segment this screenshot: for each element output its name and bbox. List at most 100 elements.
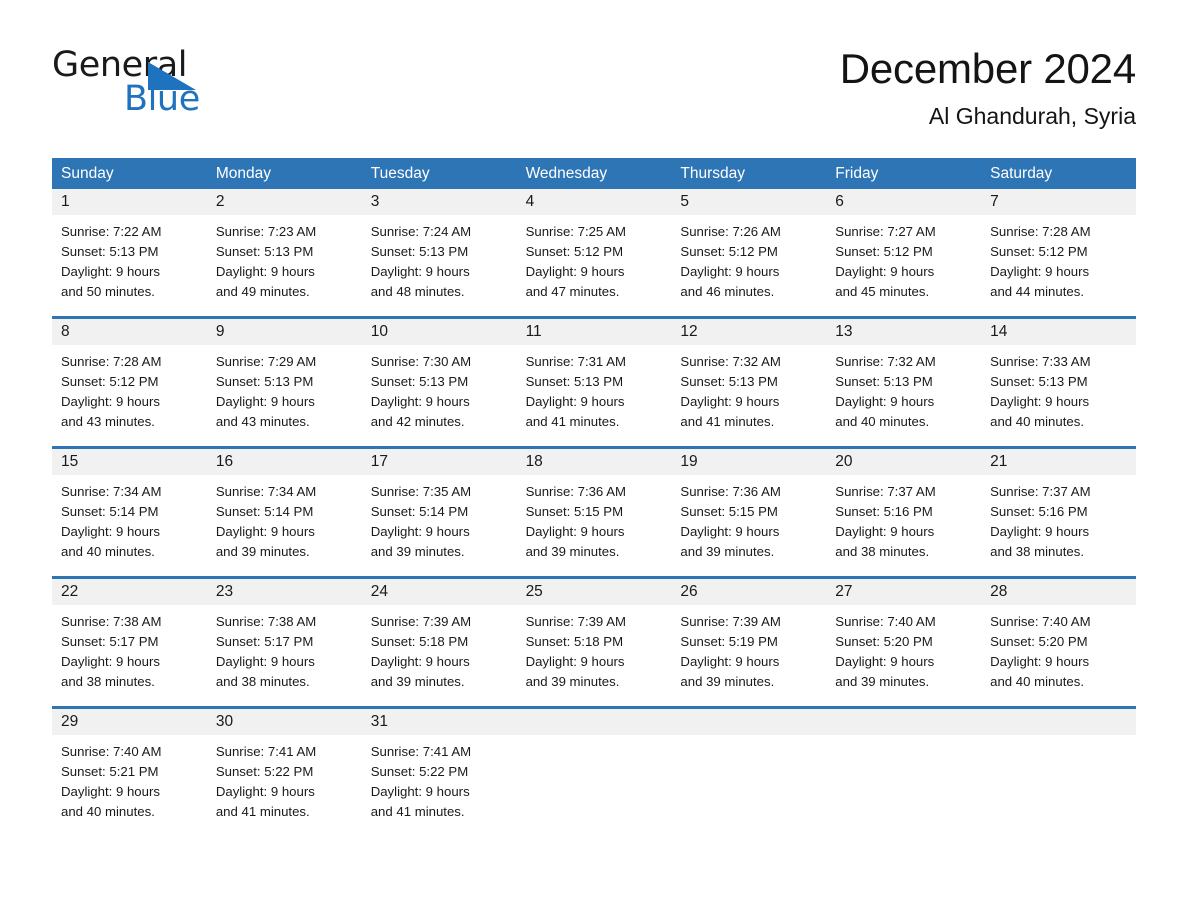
sunset-time: Sunset: 5:22 PM: [215, 764, 314, 779]
calendar-day-cell[interactable]: 23 Sunrise: 7:38 AM Sunset: 5:17 PM Dayligh…: [206, 579, 362, 698]
sunrise-time: Sunrise: 7:41 AM: [215, 744, 317, 759]
calendar-day-cell[interactable]: 1 Sunrise: 7:22 AM Sunset: 5:13 PM Daylight…: [52, 189, 207, 308]
day-number-band: 17: [361, 449, 517, 475]
daylight-duration-line1: Daylight: 9 hours: [215, 524, 315, 539]
calendar-day-cell[interactable]: 2 Sunrise: 7:23 AM Sunset: 5:13 PM Daylight…: [206, 189, 362, 308]
calendar-day-cell[interactable]: 26 Sunrise: 7:39 AM Sunset: 5:19 PM Dayligh…: [671, 579, 827, 698]
sunrise-time: Sunrise: 7:37 AM: [990, 484, 1091, 499]
calendar-day-cell[interactable]: 20 Sunrise: 7:37 AM Sunset: 5:16 PM Dayligh…: [826, 449, 982, 568]
day-number: 21: [990, 453, 1008, 470]
calendar-day-cell[interactable]: 15 Sunrise: 7:34 AM Sunset: 5:14 PM Dayligh…: [52, 449, 207, 568]
daylight-duration-line2: and 38 minutes.: [990, 544, 1084, 559]
calendar-day-cell[interactable]: 4 Sunrise: 7:25 AM Sunset: 5:12 PM Daylight…: [516, 189, 672, 308]
day-number-band: 21: [981, 449, 1136, 475]
week-grid: 8 Sunrise: 7:28 AM Sunset: 5:12 PM Daylight…: [52, 319, 1136, 438]
calendar-day-cell[interactable]: 13 Sunrise: 7:32 AM Sunset: 5:13 PM Dayligh…: [826, 319, 982, 438]
calendar-day-cell[interactable]: 11 Sunrise: 7:31 AM Sunset: 5:13 PM Dayligh…: [516, 319, 672, 438]
daylight-duration-line2: and 43 minutes.: [215, 414, 310, 429]
day-number-band: 22: [52, 579, 207, 605]
calendar-day-cell[interactable]: 7 Sunrise: 7:28 AM Sunset: 5:12 PM Daylight…: [981, 189, 1136, 308]
daylight-duration-line1: Daylight: 9 hours: [835, 394, 935, 409]
sunrise-time: Sunrise: 7:28 AM: [990, 224, 1091, 239]
sunrise-time: Sunrise: 7:38 AM: [61, 614, 162, 629]
calendar-day-cell[interactable]: 9 Sunrise: 7:29 AM Sunset: 5:13 PM Daylight…: [206, 319, 362, 438]
daylight-duration-line2: and 39 minutes.: [525, 544, 620, 559]
calendar-day-cell[interactable]: 3 Sunrise: 7:24 AM Sunset: 5:13 PM Daylight…: [361, 189, 517, 308]
sunrise-time: Sunrise: 7:32 AM: [835, 354, 936, 369]
day-sun-info: Sunrise: 7:31 AM Sunset: 5:13 PM Daylight:…: [517, 345, 672, 432]
daylight-duration-line1: Daylight: 9 hours: [61, 394, 160, 409]
daylight-duration-line1: Daylight: 9 hours: [370, 394, 470, 409]
sunset-time: Sunset: 5:13 PM: [525, 374, 624, 389]
day-number: 24: [370, 583, 388, 600]
calendar-day-cell[interactable]: 12 Sunrise: 7:32 AM Sunset: 5:13 PM Dayligh…: [671, 319, 827, 438]
calendar-day-cell[interactable]: 27 Sunrise: 7:40 AM Sunset: 5:20 PM Dayligh…: [826, 579, 982, 698]
day-number-band: 14: [981, 319, 1136, 345]
day-sun-info: Sunrise: 7:41 AM Sunset: 5:22 PM Daylight:…: [207, 735, 362, 822]
weekday-header-tuesday: Tuesday: [370, 165, 430, 182]
calendar-day-cell[interactable]: 30 Sunrise: 7:41 AM Sunset: 5:22 PM Dayligh…: [206, 709, 362, 828]
sunrise-time: Sunrise: 7:28 AM: [61, 354, 162, 369]
daylight-duration-line1: Daylight: 9 hours: [680, 264, 780, 279]
calendar-day-cell[interactable]: 5 Sunrise: 7:26 AM Sunset: 5:12 PM Daylight…: [671, 189, 827, 308]
calendar-day-cell[interactable]: 28 Sunrise: 7:40 AM Sunset: 5:20 PM Dayligh…: [981, 579, 1136, 698]
calendar-day-cell[interactable]: 17 Sunrise: 7:35 AM Sunset: 5:14 PM Dayligh…: [361, 449, 517, 568]
calendar-week-row: 1 Sunrise: 7:22 AM Sunset: 5:13 PM Daylight…: [52, 189, 1136, 308]
day-number: 20: [835, 453, 853, 470]
weekday-header-monday: Monday: [215, 165, 271, 182]
day-number: 16: [215, 453, 234, 470]
calendar-day-cell[interactable]: 25 Sunrise: 7:39 AM Sunset: 5:18 PM Dayligh…: [516, 579, 672, 698]
day-number-band: 7: [981, 189, 1136, 215]
day-number-band: [981, 709, 1136, 735]
sunset-time: Sunset: 5:12 PM: [525, 244, 624, 259]
calendar-day-cell[interactable]: 22 Sunrise: 7:38 AM Sunset: 5:17 PM Dayligh…: [52, 579, 207, 698]
daylight-duration-line2: and 39 minutes.: [835, 674, 930, 689]
calendar-day-cell-empty: [671, 709, 827, 828]
sunset-time: Sunset: 5:13 PM: [370, 244, 469, 259]
day-number-band: 27: [826, 579, 982, 605]
day-sun-info: Sunrise: 7:40 AM Sunset: 5:21 PM Daylight:…: [52, 735, 207, 822]
day-number: 12: [680, 323, 698, 340]
calendar-day-cell[interactable]: 31 Sunrise: 7:41 AM Sunset: 5:22 PM Dayligh…: [361, 709, 517, 828]
general-blue-logo[interactable]: General Blue: [52, 48, 322, 122]
calendar-day-cell[interactable]: 19 Sunrise: 7:36 AM Sunset: 5:15 PM Dayligh…: [671, 449, 827, 568]
daylight-duration-line2: and 38 minutes.: [835, 544, 930, 559]
daylight-duration-line1: Daylight: 9 hours: [525, 654, 625, 669]
sunset-time: Sunset: 5:15 PM: [525, 504, 624, 519]
sunset-time: Sunset: 5:14 PM: [215, 504, 314, 519]
day-number: 27: [835, 583, 853, 600]
sunset-time: Sunset: 5:16 PM: [835, 504, 933, 519]
sunset-time: Sunset: 5:18 PM: [525, 634, 624, 649]
day-number: 18: [525, 453, 543, 470]
sunset-time: Sunset: 5:15 PM: [680, 504, 778, 519]
day-sun-info: Sunrise: 7:34 AM Sunset: 5:14 PM Daylight:…: [52, 475, 207, 562]
sunrise-time: Sunrise: 7:39 AM: [525, 614, 626, 629]
daylight-duration-line1: Daylight: 9 hours: [61, 784, 160, 799]
sunset-time: Sunset: 5:13 PM: [990, 374, 1088, 389]
day-number: 29: [61, 713, 79, 730]
calendar-day-cell[interactable]: 8 Sunrise: 7:28 AM Sunset: 5:12 PM Daylight…: [52, 319, 207, 438]
day-sun-info: Sunrise: 7:25 AM Sunset: 5:12 PM Daylight:…: [517, 215, 672, 302]
daylight-duration-line2: and 39 minutes.: [370, 544, 465, 559]
day-number-band: 5: [671, 189, 827, 215]
calendar-day-cell[interactable]: 16 Sunrise: 7:34 AM Sunset: 5:14 PM Dayligh…: [206, 449, 362, 568]
day-number: 30: [215, 713, 234, 730]
calendar-day-cell-empty: [981, 709, 1136, 828]
calendar-day-cell[interactable]: 14 Sunrise: 7:33 AM Sunset: 5:13 PM Dayligh…: [981, 319, 1136, 438]
week-grid: 29 Sunrise: 7:40 AM Sunset: 5:21 PM Dayligh…: [52, 709, 1136, 828]
calendar-week-row: 15 Sunrise: 7:34 AM Sunset: 5:14 PM Dayligh…: [52, 446, 1136, 568]
day-number-band: 19: [671, 449, 827, 475]
calendar-day-cell[interactable]: 21 Sunrise: 7:37 AM Sunset: 5:16 PM Dayligh…: [981, 449, 1136, 568]
sunset-time: Sunset: 5:17 PM: [215, 634, 314, 649]
calendar-day-cell[interactable]: 10 Sunrise: 7:30 AM Sunset: 5:13 PM Dayligh…: [361, 319, 517, 438]
day-number-band: 16: [206, 449, 362, 475]
page-subtitle-location: Al Ghandurah, Syria: [928, 103, 1136, 130]
calendar-day-cell[interactable]: 29 Sunrise: 7:40 AM Sunset: 5:21 PM Dayligh…: [52, 709, 207, 828]
day-number: 1: [61, 193, 70, 210]
day-number-band: 4: [516, 189, 672, 215]
calendar-day-cell[interactable]: 6 Sunrise: 7:27 AM Sunset: 5:12 PM Daylight…: [826, 189, 982, 308]
daylight-duration-line1: Daylight: 9 hours: [990, 524, 1090, 539]
day-number: 23: [215, 583, 234, 600]
calendar-day-cell[interactable]: 24 Sunrise: 7:39 AM Sunset: 5:18 PM Dayligh…: [361, 579, 517, 698]
calendar-day-cell[interactable]: 18 Sunrise: 7:36 AM Sunset: 5:15 PM Dayligh…: [516, 449, 672, 568]
